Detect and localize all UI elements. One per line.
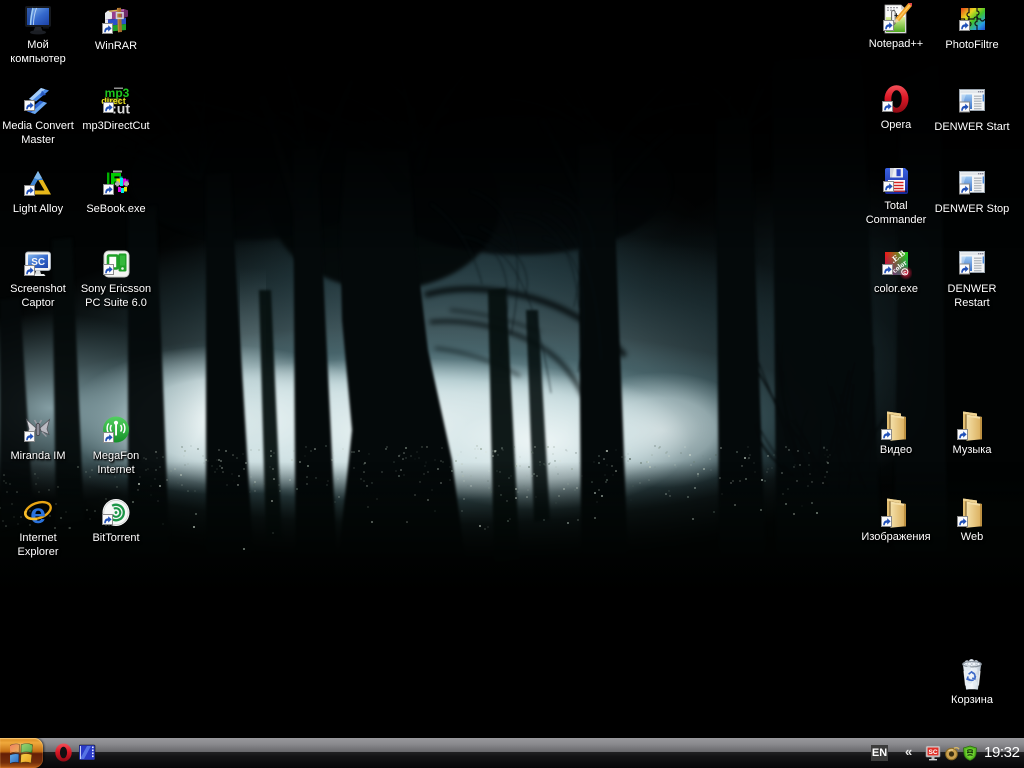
svg-text:c: c (903, 270, 906, 276)
svg-text:e: e (30, 498, 46, 529)
svg-text:SC: SC (928, 749, 937, 756)
svg-text::ut: :ut (112, 101, 130, 117)
